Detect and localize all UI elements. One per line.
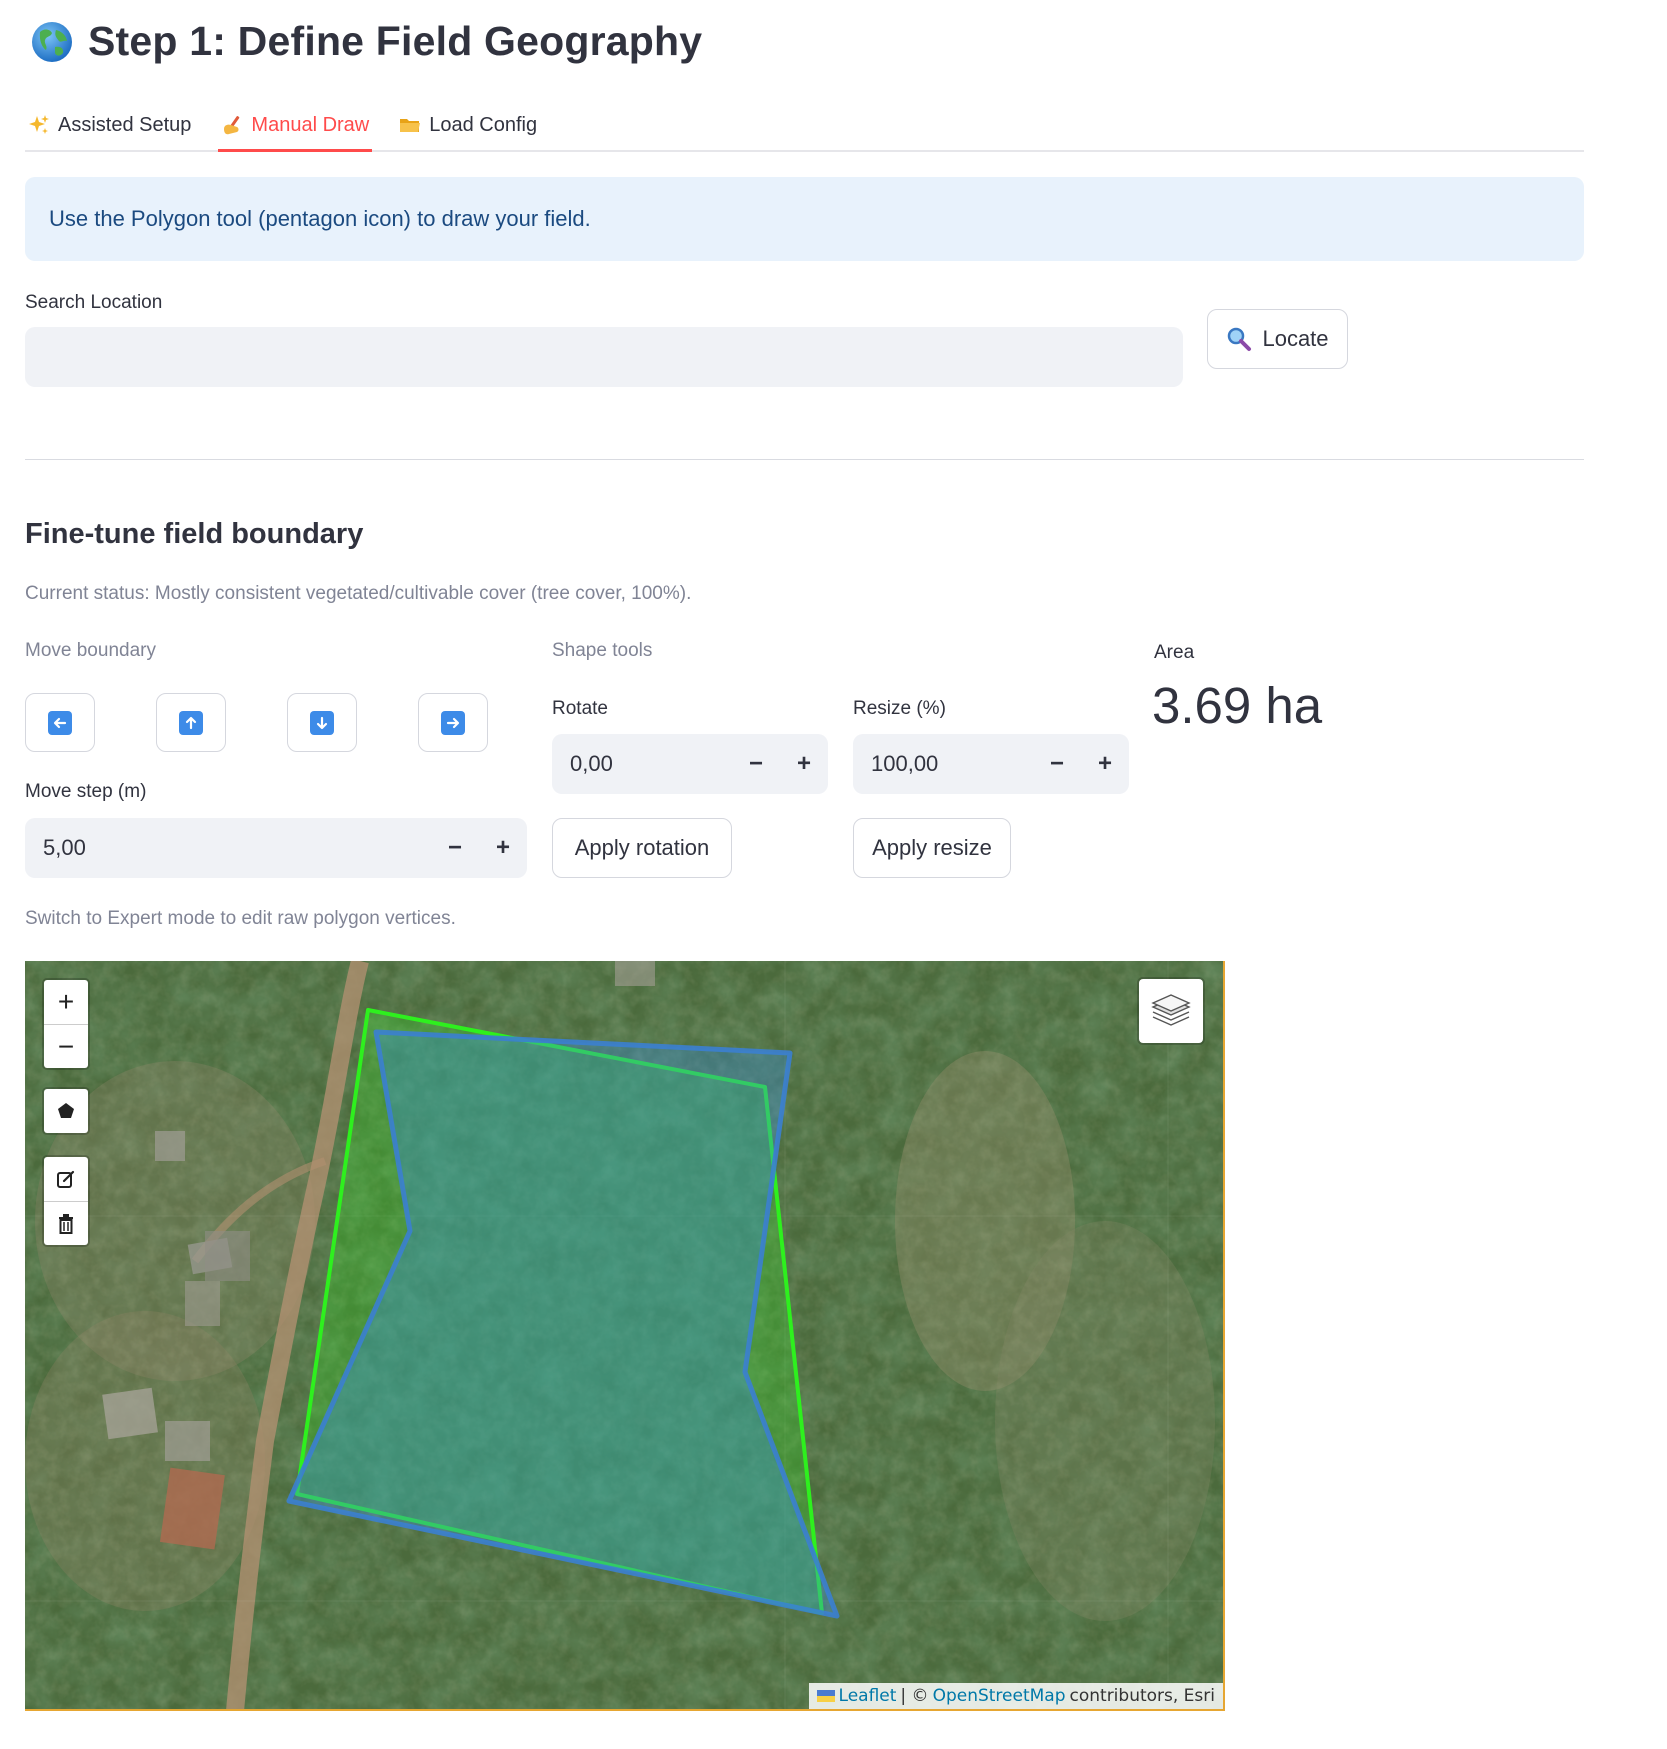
draw-toolbar	[42, 1087, 90, 1135]
tab-label: Manual Draw	[251, 113, 370, 136]
zoom-out-button[interactable]: −	[44, 1024, 88, 1068]
draw-polygon-button[interactable]	[44, 1089, 88, 1133]
section-title: Fine-tune field boundary	[25, 518, 364, 550]
map-attribution: Leaflet | © OpenStreetMap contributors, …	[808, 1683, 1223, 1709]
move-step-value[interactable]: 5,00	[25, 835, 431, 861]
leaflet-link[interactable]: Leaflet	[839, 1686, 897, 1706]
map-view[interactable]: + − Leaflet | © OpenStreetMap contributo…	[25, 961, 1225, 1711]
resize-increment[interactable]: +	[1081, 734, 1129, 794]
edit-toolbar	[42, 1155, 90, 1247]
search-input[interactable]	[25, 327, 1183, 387]
sparkles-icon	[29, 115, 49, 134]
arrow-up-icon	[179, 710, 203, 735]
tab-assisted-setup[interactable]: Assisted Setup	[25, 100, 194, 150]
tab-label: Assisted Setup	[58, 113, 192, 136]
expert-mode-hint: Switch to Expert mode to edit raw polygo…	[25, 908, 456, 929]
move-boundary-label: Move boundary	[25, 640, 156, 661]
magnifying-glass-icon	[1228, 327, 1252, 351]
apply-rotation-button[interactable]: Apply rotation	[552, 818, 732, 878]
tab-bar: Assisted Setup Manual Draw Load Config	[25, 100, 1584, 152]
tab-manual-draw[interactable]: Manual Draw	[218, 100, 373, 152]
attribution-text: contributors, Esri	[1069, 1686, 1216, 1706]
rotate-decrement[interactable]: −	[732, 734, 780, 794]
apply-resize-button[interactable]: Apply resize	[853, 818, 1011, 878]
pentagon-icon	[58, 1103, 74, 1118]
writing-hand-icon	[224, 116, 240, 135]
move-left-button[interactable]	[25, 693, 95, 752]
trash-icon	[59, 1213, 73, 1234]
layers-control-button[interactable]	[1137, 977, 1205, 1045]
move-right-button[interactable]	[418, 693, 488, 752]
resize-value[interactable]: 100,00	[853, 751, 1033, 777]
locate-button-label: Locate	[1262, 326, 1329, 351]
attribution-separator: | ©	[900, 1686, 929, 1706]
delete-layers-button[interactable]	[44, 1201, 88, 1245]
shape-tools-label: Shape tools	[552, 640, 653, 661]
rotate-increment[interactable]: +	[780, 734, 828, 794]
folder-icon	[400, 119, 421, 132]
zoom-in-button[interactable]: +	[44, 980, 88, 1024]
arrow-left-icon	[48, 710, 72, 735]
move-step-increment[interactable]: +	[479, 818, 527, 878]
page-header: Step 1: Define Field Geography	[30, 18, 702, 65]
locate-button[interactable]: Locate	[1207, 309, 1348, 369]
arrow-right-icon	[441, 710, 465, 735]
openstreetmap-link[interactable]: OpenStreetMap	[933, 1686, 1066, 1706]
zoom-control: + −	[42, 978, 90, 1070]
resize-input[interactable]: 100,00 − +	[853, 734, 1129, 794]
move-step-label: Move step (m)	[25, 781, 147, 802]
ukraine-flag-icon	[816, 1690, 835, 1702]
move-down-button[interactable]	[287, 693, 357, 752]
move-step-input[interactable]: 5,00 − +	[25, 818, 527, 878]
layers-icon	[1151, 994, 1191, 1026]
satellite-imagery[interactable]	[25, 961, 1225, 1711]
move-up-button[interactable]	[156, 693, 226, 752]
move-step-decrement[interactable]: −	[431, 818, 479, 878]
tab-load-config[interactable]: Load Config	[396, 100, 540, 150]
rotate-value[interactable]: 0,00	[552, 751, 732, 777]
search-label: Search Location	[25, 292, 163, 313]
tab-label: Load Config	[429, 113, 538, 136]
page-title: Step 1: Define Field Geography	[88, 18, 703, 64]
area-label: Area	[1154, 642, 1195, 663]
area-value: 3.69 ha	[1152, 677, 1323, 734]
edit-layers-button[interactable]	[44, 1157, 88, 1201]
rotate-input[interactable]: 0,00 − +	[552, 734, 828, 794]
resize-decrement[interactable]: −	[1033, 734, 1081, 794]
divider	[25, 459, 1584, 460]
status-text: Current status: Mostly consistent vegeta…	[25, 583, 692, 604]
info-alert: Use the Polygon tool (pentagon icon) to …	[25, 177, 1584, 261]
globe-icon	[32, 21, 72, 62]
resize-label: Resize (%)	[853, 698, 946, 719]
edit-icon	[57, 1170, 75, 1188]
arrow-down-icon	[310, 710, 334, 735]
rotate-label: Rotate	[552, 698, 608, 719]
